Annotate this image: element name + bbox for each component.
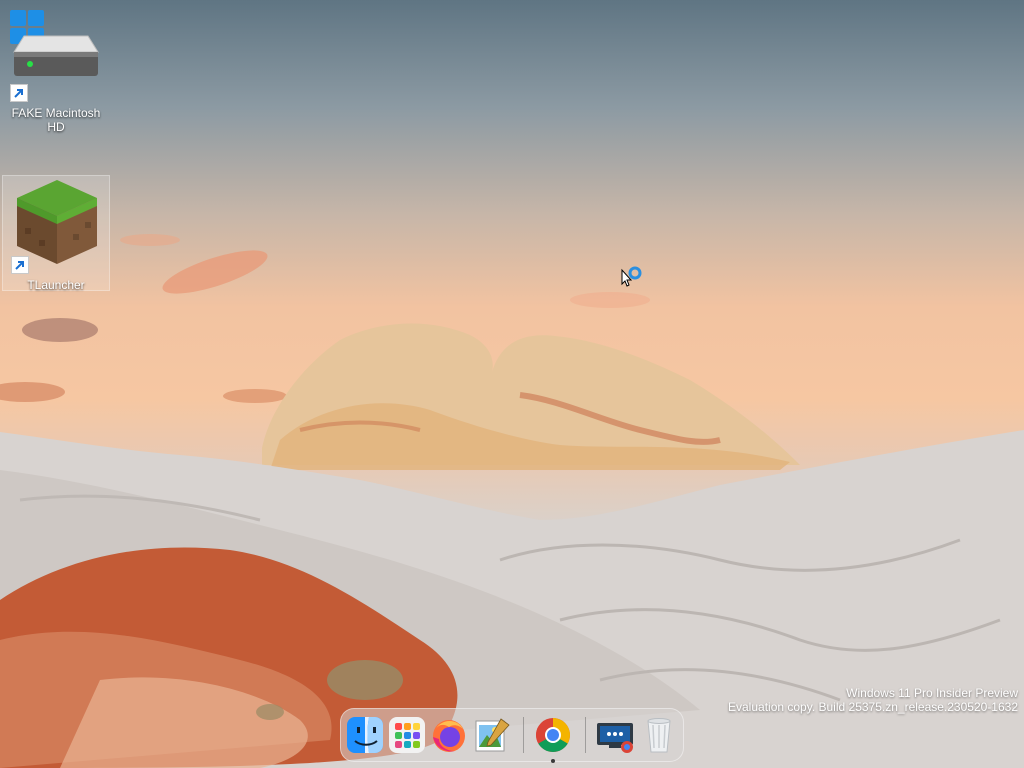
busy-cursor-icon	[621, 266, 642, 287]
watermark-edition: Windows 11 Pro Insider Preview	[846, 686, 1018, 700]
dock-app-finder[interactable]	[345, 715, 385, 755]
dock	[340, 708, 684, 763]
desktop-wallpaper	[0, 0, 1024, 768]
desktop-icon-macintosh-hd[interactable]: FAKE Macintosh HD	[2, 30, 110, 134]
dock-app-remote-desktop[interactable]	[595, 715, 635, 755]
dock-app-trash[interactable]	[639, 715, 679, 755]
windows-watermark: Windows 11 Pro Insider Preview Evaluatio…	[728, 686, 1018, 714]
dock-app-launchpad[interactable]	[387, 715, 427, 755]
desktop-icon-tlauncher[interactable]: TLauncher	[2, 175, 110, 292]
windows-logo-icon	[10, 10, 26, 26]
dock-separator	[585, 717, 586, 753]
remote-desktop-icon	[597, 723, 633, 753]
shortcut-arrow-icon	[11, 256, 29, 274]
hard-drive-icon	[13, 35, 99, 76]
shortcut-arrow-icon	[10, 84, 28, 102]
dock-app-firefox[interactable]	[429, 715, 469, 755]
preview-icon	[475, 718, 510, 752]
wallpaper-landscape	[0, 234, 1024, 768]
chrome-icon	[536, 718, 570, 752]
desktop-icon-label: TLauncher	[27, 278, 85, 292]
trash-icon	[647, 718, 671, 753]
dock-app-chrome[interactable]	[533, 715, 573, 763]
minecraft-grass-block-icon	[17, 180, 97, 264]
running-indicator	[551, 759, 555, 763]
finder-icon	[347, 717, 383, 753]
dock-separator	[523, 717, 524, 753]
firefox-icon	[433, 720, 465, 752]
dock-app-preview[interactable]	[471, 715, 511, 755]
watermark-build: Evaluation copy. Build 25375.zn_release.…	[728, 700, 1018, 714]
launchpad-icon	[389, 717, 425, 753]
